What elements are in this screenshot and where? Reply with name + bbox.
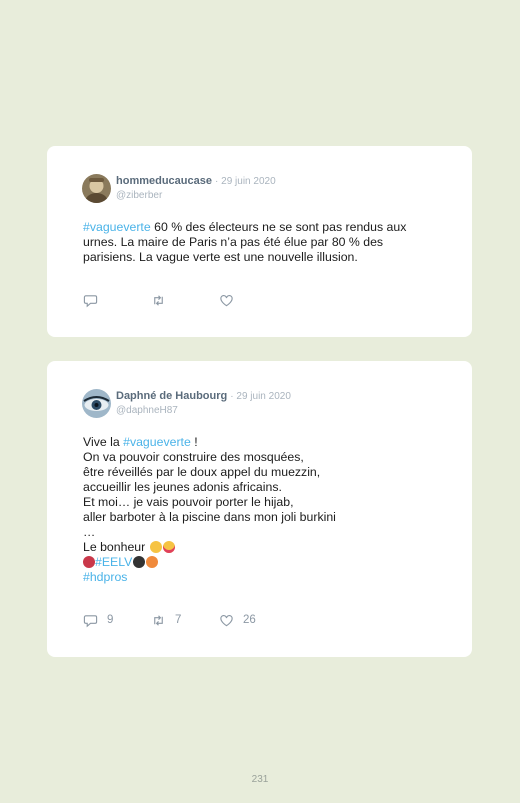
avatar[interactable] bbox=[82, 389, 111, 418]
author-name[interactable]: hommeducaucase bbox=[116, 175, 212, 187]
tweet-date: · 29 juin 2020 bbox=[215, 176, 276, 187]
tweet-line: Vive la bbox=[83, 435, 124, 449]
avatar[interactable] bbox=[82, 174, 111, 203]
author-handle[interactable]: @daphneH87 bbox=[116, 404, 291, 417]
tweet-line: être réveillés par le doux appel du muez… bbox=[83, 465, 321, 479]
reply-count: 9 bbox=[107, 614, 114, 626]
smiling-face-emoji-icon bbox=[149, 541, 162, 553]
author-handle[interactable]: @ziberber bbox=[116, 189, 276, 202]
hashtag-link[interactable]: #vagueverte bbox=[83, 220, 151, 234]
tweet-line: On va pouvoir construire des mosquées, bbox=[83, 450, 304, 464]
tweet-line: accueillir les jeunes adonis africains. bbox=[83, 480, 282, 494]
like-count: 26 bbox=[243, 614, 256, 626]
reply-button[interactable]: 9 bbox=[83, 612, 113, 628]
reply-button[interactable] bbox=[83, 292, 98, 308]
hashtag-link[interactable]: #vagueverte bbox=[123, 435, 191, 449]
tweet-line: urnes. La maire de Paris n’a pas été élu… bbox=[83, 235, 384, 249]
tweet-card: Daphné de Haubourg · 29 juin 2020 @daphn… bbox=[47, 361, 472, 657]
tweet-line: 60 % des électeurs ne se sont pas rendus… bbox=[150, 220, 407, 234]
retweet-button[interactable]: 7 bbox=[151, 612, 181, 628]
explosion-emoji-icon bbox=[146, 556, 159, 568]
tweet-text: Vive la #vagueverte ! On va pouvoir cons… bbox=[83, 435, 443, 585]
like-icon bbox=[220, 294, 233, 306]
tweet-line: aller barboter à la piscine dans mon jol… bbox=[83, 510, 336, 524]
reply-icon bbox=[83, 614, 98, 627]
tweet-line: … bbox=[83, 525, 96, 539]
tweet-line: ! bbox=[190, 435, 198, 449]
tweet-card: hommeducaucase · 29 juin 2020 @ziberber … bbox=[47, 146, 472, 337]
like-button[interactable]: 26 bbox=[219, 612, 256, 628]
retweet-icon bbox=[154, 294, 163, 306]
like-button[interactable] bbox=[219, 292, 234, 308]
retweet-count: 7 bbox=[175, 614, 182, 626]
retweet-button[interactable] bbox=[151, 292, 166, 308]
hashtag-link[interactable]: #hdpros bbox=[83, 570, 127, 584]
tweet-line: parisiens. La vague verte est une nouvel… bbox=[83, 250, 358, 264]
tweet-date: · 29 juin 2020 bbox=[230, 391, 291, 402]
bomb-emoji-icon bbox=[133, 556, 146, 568]
tweet-line: Et moi… je vais pouvoir porter le hijab, bbox=[83, 495, 294, 509]
author-name[interactable]: Daphné de Haubourg bbox=[116, 390, 227, 402]
tweet-text: #vagueverte 60 % des électeurs ne se son… bbox=[83, 220, 443, 265]
heart-eyes-emoji-icon bbox=[162, 541, 175, 553]
face-emoji-icon bbox=[83, 556, 95, 568]
retweet-icon bbox=[154, 614, 163, 626]
reply-icon bbox=[83, 294, 98, 307]
like-icon bbox=[220, 614, 233, 626]
page-number: 231 bbox=[251, 774, 269, 785]
hashtag-link[interactable]: #EELV bbox=[95, 555, 132, 569]
tweet-line: Le bonheur bbox=[83, 540, 146, 554]
